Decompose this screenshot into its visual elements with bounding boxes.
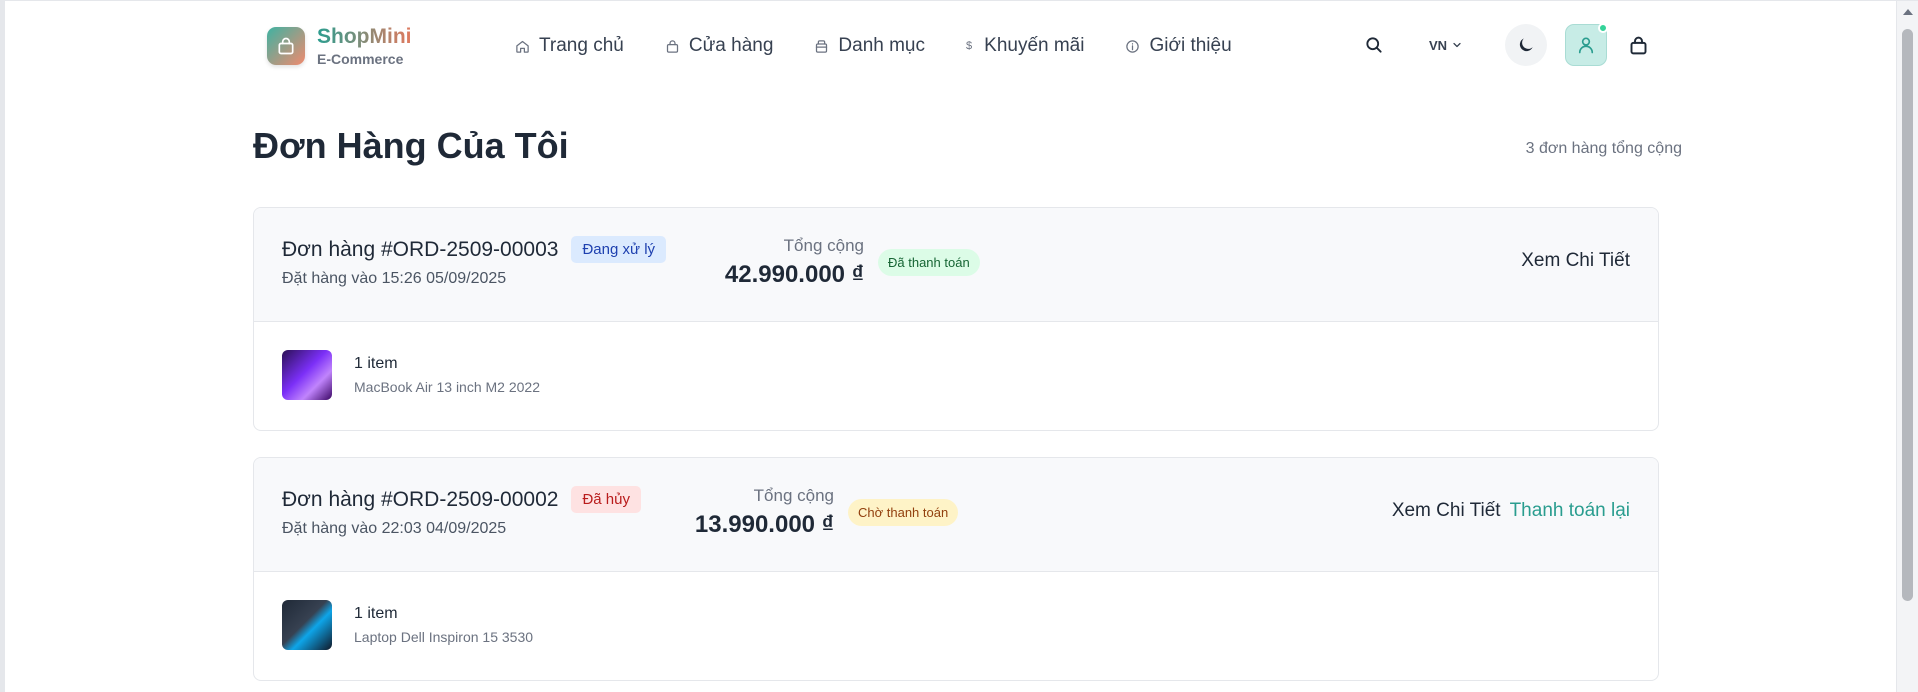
language-selector[interactable]: VN: [1429, 38, 1463, 53]
chevron-down-icon: [1453, 42, 1461, 48]
scrollbar-thumb[interactable]: [1902, 29, 1913, 601]
brand-name: ShopMini: [317, 25, 412, 48]
search-icon: [1366, 37, 1382, 53]
item-name: Laptop Dell Inspiron 15 3530: [354, 629, 534, 645]
nav-item-categories[interactable]: Danh mục: [814, 31, 925, 61]
payment-status-badge: Đã thanh toán: [878, 249, 980, 276]
payment-status-badge: Chờ thanh toán: [848, 499, 959, 526]
order-count: 3 đơn hàng tổng cộng: [1525, 140, 1682, 157]
item-name: MacBook Air 13 inch M2 2022: [354, 379, 540, 395]
shopping-bag-icon: [1630, 36, 1647, 54]
order-card: Đơn hàng #ORD-2509-00002 Đã hủy Đặt hàng…: [253, 457, 1659, 681]
nav-item-shop[interactable]: Cửa hàng: [665, 31, 774, 61]
user-icon: [1578, 37, 1594, 54]
logo[interactable]: ShopMini E-Commerce: [267, 25, 411, 67]
header-actions: VN: [1353, 23, 1659, 66]
online-status-dot: [1598, 23, 1609, 33]
order-header: Đơn hàng #ORD-2509-00003 Đang xử lý Đặt …: [254, 208, 1658, 322]
order-date: Đặt hàng vào 15:26 05/09/2025: [282, 270, 507, 287]
order-status-badge: Đang xử lý: [571, 236, 667, 263]
search-button[interactable]: [1353, 24, 1395, 66]
box-icon: [816, 39, 828, 53]
nav-item-home[interactable]: Trang chủ: [515, 31, 624, 61]
brand-tagline: E-Commerce: [317, 51, 404, 67]
order-id: Đơn hàng #ORD-2509-00003: [282, 237, 559, 261]
user-account-button[interactable]: [1565, 23, 1609, 66]
nav-item-label: Trang chủ: [539, 35, 624, 56]
view-detail-link[interactable]: Xem Chi Tiết: [1521, 250, 1630, 272]
order-date: Đặt hàng vào 22:03 04/09/2025: [282, 520, 507, 537]
cart-button[interactable]: [1617, 24, 1659, 66]
language-label: VN: [1429, 37, 1448, 53]
nav-item-label: Cửa hàng: [688, 35, 774, 56]
bag-icon: [666, 39, 678, 53]
nav-item-about[interactable]: Giới thiệu: [1125, 31, 1232, 61]
theme-toggle-button[interactable]: [1505, 24, 1548, 66]
repay-link[interactable]: Thanh toán lại: [1510, 500, 1630, 522]
home-icon: [516, 40, 529, 53]
view-detail-link[interactable]: Xem Chi Tiết: [1392, 500, 1501, 522]
item-count: 1 item: [354, 355, 398, 372]
order-total: Tổng cộng 13.990.000 ₫: [664, 486, 834, 539]
top-header: ShopMini E-Commerce Trang chủ Cửa hàng D…: [5, 1, 1896, 91]
order-status-badge: Đã hủy: [571, 486, 641, 513]
nav-item-label: Giới thiệu: [1149, 35, 1232, 56]
moon-icon: [1519, 38, 1533, 52]
total-label: Tổng cộng: [753, 486, 834, 505]
order-card: Đơn hàng #ORD-2509-00003 Đang xử lý Đặt …: [253, 207, 1659, 431]
nav-item-label: Danh mục: [838, 35, 926, 56]
order-id: Đơn hàng #ORD-2509-00002: [282, 487, 559, 511]
page: ShopMini E-Commerce Trang chủ Cửa hàng D…: [0, 0, 1918, 692]
order-header: Đơn hàng #ORD-2509-00002 Đã hủy Đặt hàng…: [254, 458, 1658, 572]
vertical-scrollbar[interactable]: [1896, 1, 1918, 692]
total-value: 42.990.000 ₫: [724, 261, 864, 288]
main-nav: Trang chủ Cửa hàng Danh mục $ Khuyến mãi…: [515, 31, 1273, 61]
nav-item-label: Khuyến mãi: [984, 35, 1085, 56]
order-items: 1 item Laptop Dell Inspiron 15 3530: [254, 572, 1658, 680]
scroll-up-arrow-icon[interactable]: [1903, 9, 1913, 15]
dollar-icon: $: [966, 40, 973, 52]
order-total: Tổng cộng 42.990.000 ₫: [694, 236, 864, 289]
product-thumbnail: [282, 350, 332, 400]
order-items: 1 item MacBook Air 13 inch M2 2022: [254, 322, 1658, 430]
item-count: 1 item: [354, 605, 398, 622]
bag-logo-icon: [267, 27, 305, 65]
product-thumbnail: [282, 600, 332, 650]
info-icon: [1126, 39, 1140, 53]
page-title: Đơn Hàng Của Tôi: [253, 125, 569, 166]
total-label: Tổng cộng: [783, 236, 864, 255]
nav-item-promotions[interactable]: $ Khuyến mãi: [966, 31, 1084, 61]
total-value: 13.990.000 ₫: [694, 511, 834, 538]
